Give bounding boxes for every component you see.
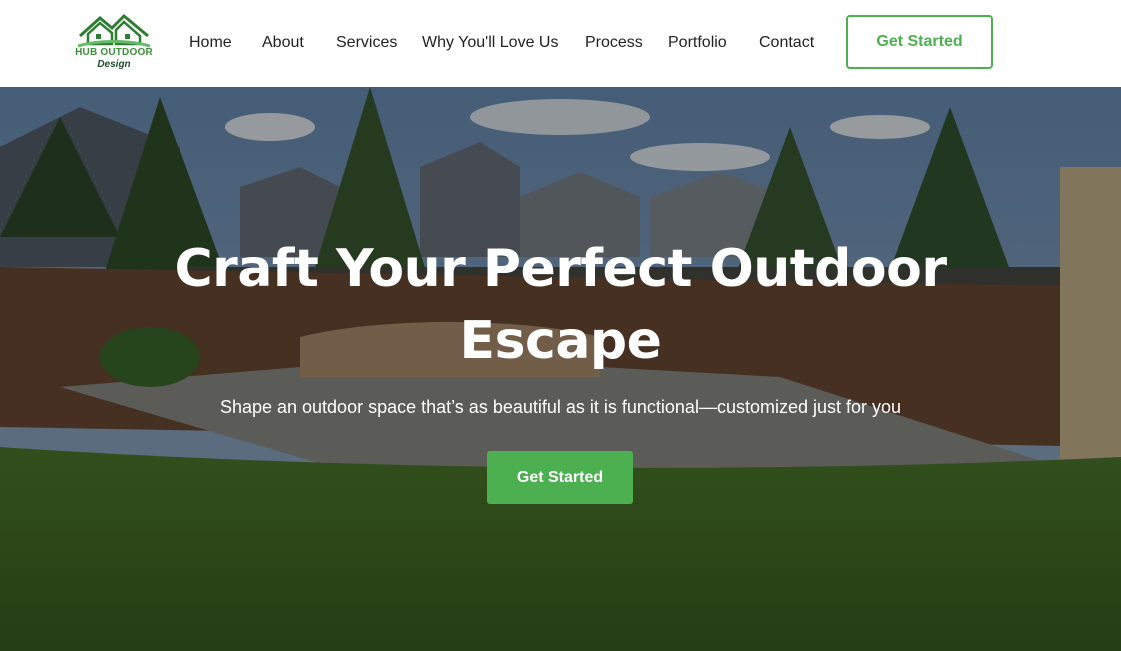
logo[interactable]: HUB OUTDOOR Design — [72, 10, 156, 72]
logo-text-secondary: Design — [97, 59, 131, 70]
nav-services[interactable]: Services — [336, 33, 397, 53]
nav-why-love-us[interactable]: Why You'll Love Us — [422, 33, 558, 53]
house-roof-logo-icon — [78, 13, 150, 48]
nav-process[interactable]: Process — [585, 33, 643, 53]
hero-title: Craft Your Perfect Outdoor Escape — [174, 239, 947, 371]
nav-portfolio[interactable]: Portfolio — [668, 33, 727, 53]
hero-section: Craft Your Perfect Outdoor Escape Shape … — [0, 87, 1121, 651]
nav-about[interactable]: About — [262, 33, 304, 53]
logo-text-primary: HUB OUTDOOR — [75, 47, 153, 58]
hero-get-started-button[interactable]: Get Started — [487, 451, 633, 504]
site-header: HUB OUTDOOR Design Home About Services W… — [0, 0, 1121, 87]
hero-subtitle: Shape an outdoor space that’s as beautif… — [219, 397, 902, 417]
nav-home[interactable]: Home — [189, 33, 232, 53]
nav-contact[interactable]: Contact — [759, 33, 814, 53]
header-get-started-button[interactable]: Get Started — [846, 15, 993, 69]
